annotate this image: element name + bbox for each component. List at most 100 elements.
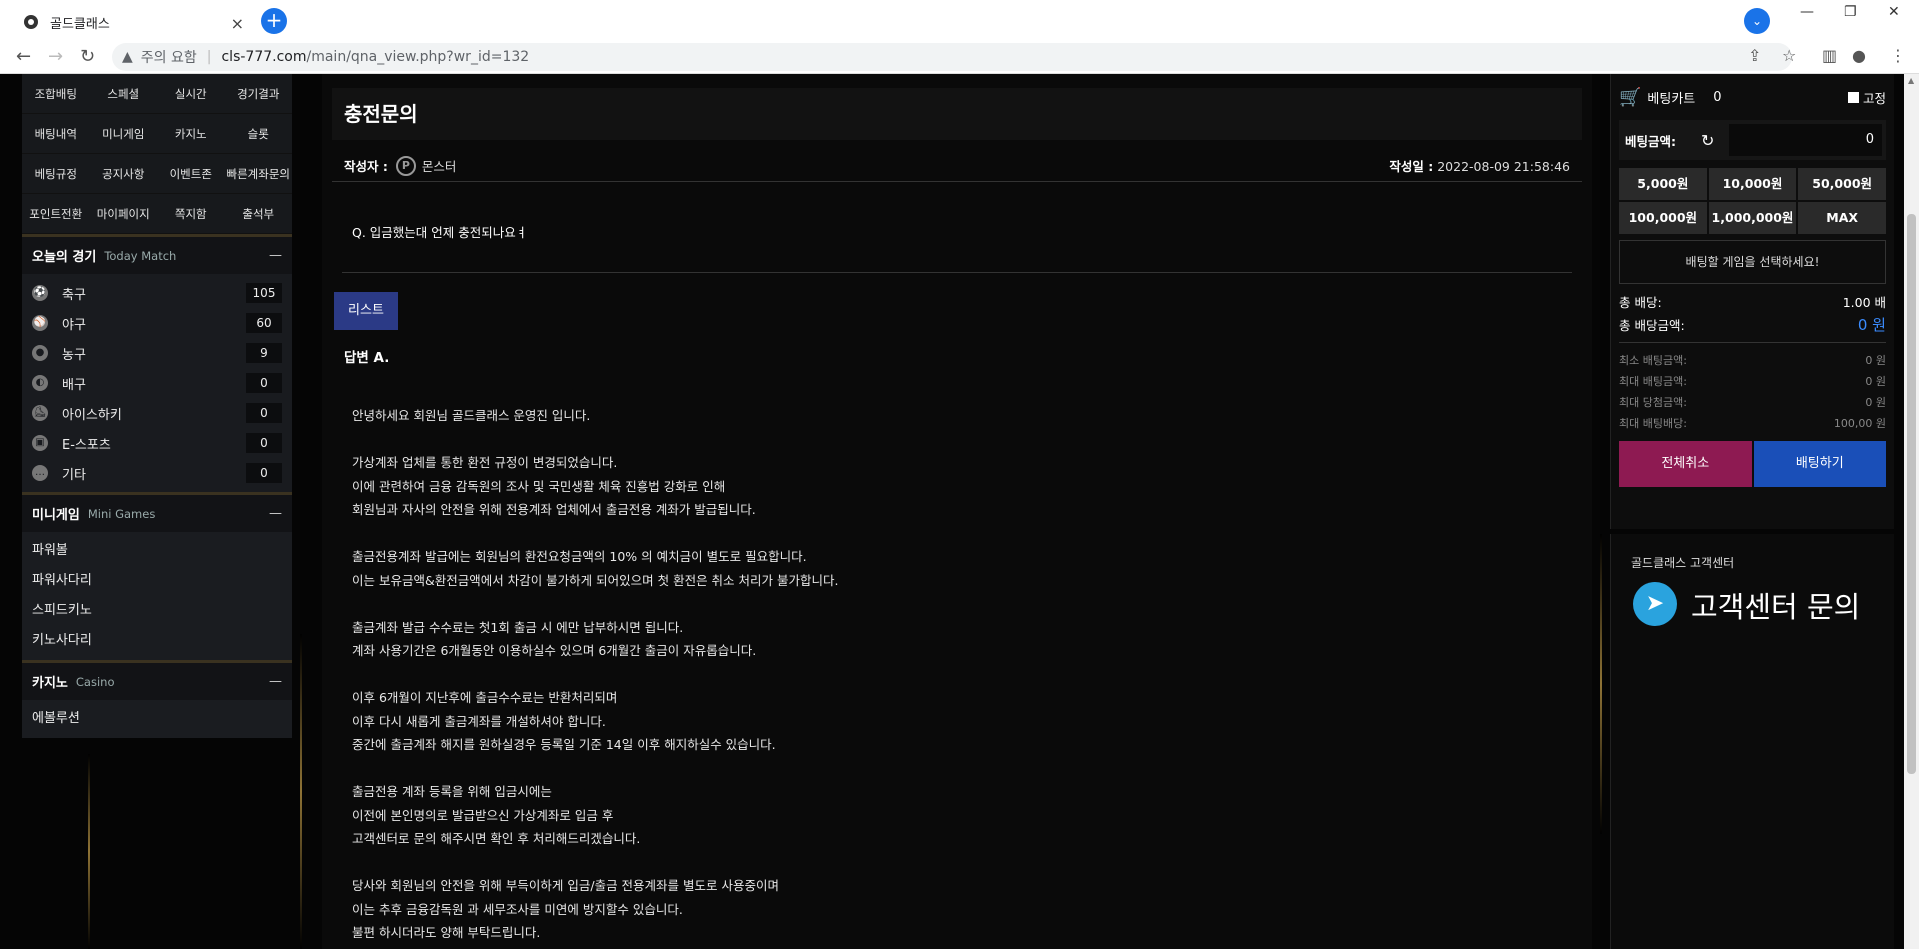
cancel-all-button[interactable]: 전체취소 (1619, 441, 1752, 487)
sport-name: 축구 (62, 287, 86, 303)
answer-line: 이는 추후 금융감독원 과 세무조사를 미연에 방지할수 있습니다. (352, 901, 683, 917)
minigames-title: 미니게임 (32, 508, 80, 523)
bet-slip: 🛒 베팅카트 0 고정 베팅금액: ↻ 0 5,000원 10,000원 50,00… (1610, 74, 1894, 529)
menu-item[interactable]: 슬롯 (224, 114, 292, 154)
browser-tab[interactable]: 골드클래스 × (12, 4, 252, 40)
menu-item[interactable]: 실시간 (157, 74, 225, 114)
tab-search-icon[interactable]: ⌄ (1744, 8, 1770, 34)
basketball-icon: ● (32, 345, 48, 361)
place-bet-button[interactable]: 배팅하기 (1753, 441, 1886, 487)
menu-item[interactable]: 쪽지함 (157, 194, 225, 234)
total-payout-row: 총 배당금액: 0 원 (1619, 313, 1886, 336)
collapse-icon[interactable]: — (269, 674, 282, 689)
bet-amount-row: 베팅금액: ↻ 0 (1619, 120, 1886, 160)
totals: 총 배당: 1.00 배 총 배당금액: 0 원 (1619, 290, 1886, 336)
scrollbar[interactable]: ▲ (1904, 74, 1919, 949)
menu-item[interactable]: 포인트전환 (22, 194, 90, 234)
menu-item[interactable]: 베팅규정 (22, 154, 90, 194)
side-panel-icon[interactable]: ▥ (1822, 46, 1837, 65)
sport-item[interactable]: ▣ E-스포츠 0 (22, 428, 292, 458)
share-icon[interactable]: ⇪ (1748, 46, 1761, 65)
menu-item[interactable]: 이벤트존 (157, 154, 225, 194)
minigames-header[interactable]: 미니게임 Mini Games — (22, 492, 292, 532)
page: 조합배팅 스페셜 실시간 경기결과 배팅내역 미니게임 카지노 슬롯 베팅규정 공지사항 이벤트존 빠… (0, 74, 1904, 949)
post-meta: 작성자 : P 몬스터 작성일 :2022-08-09 21:58:46 (332, 150, 1582, 182)
casino-item[interactable]: 에볼루션 (22, 704, 292, 734)
minigame-item[interactable]: 파워볼 (22, 536, 292, 566)
sport-item[interactable]: … 기타 0 (22, 458, 292, 488)
collapse-icon[interactable]: — (269, 506, 282, 521)
minigame-item[interactable]: 스피드키노 (22, 596, 292, 626)
customer-center-banner[interactable]: 골드클래스 고객센터 ➤ 고객센터 문의 (1610, 534, 1894, 949)
browser-menu-icon[interactable]: ⋮ (1890, 46, 1906, 65)
menu-item[interactable]: 출석부 (224, 194, 292, 234)
casino-header[interactable]: 카지노 Casino — (22, 660, 292, 700)
limit-label: 최소 배팅금액: (1619, 353, 1687, 367)
quick-amount-button[interactable]: 1,000,000원 (1708, 202, 1797, 234)
bet-actions: 전체취소 배팅하기 (1619, 441, 1886, 487)
skate-icon: ⛸ (32, 405, 48, 421)
limit-value: 100,00 원 (1833, 416, 1886, 430)
menu-item[interactable]: 배팅내역 (22, 114, 90, 154)
quick-amount-button[interactable]: 100,000원 (1619, 202, 1707, 234)
collapse-icon[interactable]: — (269, 248, 282, 263)
menu-item[interactable]: 조합배팅 (22, 74, 90, 114)
date-value: 2022-08-09 21:58:46 (1437, 159, 1570, 174)
today-match-title: 오늘의 경기 (32, 250, 97, 265)
sport-item[interactable]: ◐ 배구 0 (22, 368, 292, 398)
back-icon[interactable]: ← (16, 46, 31, 67)
sport-item[interactable]: ⚽ 축구 105 (22, 278, 292, 308)
menu-item[interactable]: 빠른계좌문의 (224, 154, 292, 194)
fix-checkbox[interactable] (1847, 91, 1859, 103)
warning-icon[interactable]: ▲ (122, 49, 133, 65)
minimize-icon[interactable]: — (1800, 4, 1814, 20)
scroll-up-icon[interactable]: ▲ (1908, 76, 1914, 85)
omnibox[interactable]: ▲ 주의 요함 | cls-777.com/main/qna_view.php?… (112, 43, 1792, 71)
sport-count: 60 (246, 313, 282, 333)
scrollbar-thumb[interactable] (1907, 214, 1916, 774)
window-close-icon[interactable]: ✕ (1888, 4, 1900, 20)
minigame-item[interactable]: 파워사다리 (22, 566, 292, 596)
answer-line: 계좌 사용기간은 6개월동안 이용하실수 있으며 6개월간 출금이 자유롭습니다… (352, 643, 757, 658)
menu-item[interactable]: 스페셜 (89, 74, 157, 114)
post-title: 충전문의 (332, 88, 1582, 140)
limit-label: 최대 배팅배당: (1619, 416, 1687, 430)
url-host: cls-777.com (221, 49, 307, 65)
quick-amount-button[interactable]: MAX (1798, 202, 1886, 234)
refresh-icon[interactable]: ↻ (1701, 131, 1729, 150)
bookmark-star-icon[interactable]: ☆ (1782, 46, 1796, 65)
menu-item[interactable]: 공지사항 (89, 154, 157, 194)
forward-icon[interactable]: → (48, 46, 63, 67)
tab-close-icon[interactable]: × (231, 14, 244, 33)
restore-icon[interactable]: ❐ (1844, 4, 1857, 20)
menu-item[interactable]: 마이페이지 (89, 194, 157, 234)
question-text: Q. 입금했는대 언제 충전되나요ㅕ (352, 225, 528, 240)
answer-line: 출금전용계좌 발급에는 회원님의 환전요청금액의 10% 의 예치금이 별도로 … (352, 549, 807, 564)
menu-item[interactable]: 경기결과 (224, 74, 292, 114)
sport-item[interactable]: ⚾ 야구 60 (22, 308, 292, 338)
menu-item[interactable]: 카지노 (157, 114, 225, 154)
sport-item[interactable]: ⛸ 아이스하키 0 (22, 398, 292, 428)
quick-amount-button[interactable]: 50,000원 (1798, 168, 1886, 200)
new-tab-button[interactable]: + (261, 8, 287, 34)
list-button[interactable]: 리스트 (334, 292, 398, 330)
bet-amount-input[interactable]: 0 (1729, 124, 1882, 156)
limit-row: 최대 배팅금액: 0 원 (1619, 370, 1886, 391)
quick-amount-button[interactable]: 5,000원 (1619, 168, 1707, 200)
quick-amount-button[interactable]: 10,000원 (1708, 168, 1797, 200)
menu-item[interactable]: 미니게임 (89, 114, 157, 154)
quick-amount-grid: 5,000원 10,000원 50,000원 100,000원 1,000,000원 MA… (1619, 168, 1886, 234)
esports-icon: ▣ (32, 435, 48, 451)
browser-tabbar: 골드클래스 × + ⌄ — ❐ ✕ (0, 0, 1919, 40)
tab-title: 골드클래스 (50, 16, 110, 32)
minigame-item[interactable]: 키노사다리 (22, 626, 292, 656)
profile-icon[interactable]: ● (1852, 46, 1866, 65)
reload-icon[interactable]: ↻ (80, 46, 95, 67)
fix-toggle[interactable]: 고정 (1847, 88, 1886, 107)
today-match-header[interactable]: 오늘의 경기 Today Match — (22, 234, 292, 274)
limit-row: 최대 배팅배당: 100,00 원 (1619, 412, 1886, 433)
sport-item[interactable]: ● 농구 9 (22, 338, 292, 368)
